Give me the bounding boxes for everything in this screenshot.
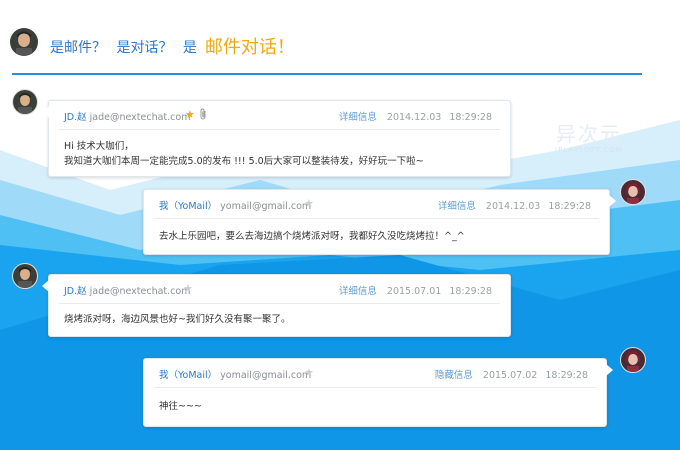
message-meta: 详细信息 2014.12.03 18:29:28 <box>339 109 492 123</box>
sender-email: yomail@gmail.com <box>220 201 312 212</box>
star-icon[interactable]: ★ <box>304 366 314 379</box>
message-time: 18:29:28 <box>449 112 492 123</box>
message-header: JD.赵 jade@nextechat.com ★ 详细信息 2014.12.03 1… <box>59 101 500 130</box>
sender-name: JD.赵 <box>64 112 87 123</box>
sender[interactable]: 我（YoMail） yomail@gmail.com <box>159 198 311 212</box>
sender-email: jade@nextechat.com <box>89 286 191 297</box>
sender-name: JD.赵 <box>64 286 87 297</box>
avatar-yomail[interactable] <box>620 179 646 205</box>
message-time: 18:29:28 <box>548 201 591 212</box>
slogan-answer-prefix: 是 <box>182 40 197 56</box>
sender[interactable]: JD.赵 jade@nextechat.com <box>64 109 190 123</box>
sender[interactable]: JD.赵 jade@nextechat.com <box>64 283 190 297</box>
message-header: JD.赵 jade@nextechat.com ★ 详细信息 2015.07.01 1… <box>59 275 500 304</box>
message-date: 2014.12.03 <box>386 112 442 123</box>
message-time: 18:29:28 <box>545 370 588 381</box>
message-line: 我知道大咖们本周一定能完成5.0的发布 !!! 5.0后大家可以整装待发，好好玩… <box>64 156 424 167</box>
bubble-tail <box>606 364 613 376</box>
message-line: 烧烤派对呀，海边风景也好~我们好久没有聚一聚了。 <box>64 314 291 325</box>
message-header: 我（YoMail） yomail@gmail.com ★ 隐藏信息 2015.07.… <box>154 359 596 388</box>
logo-url: IPLAYSOFT.COM <box>555 146 623 154</box>
message-body: 烧烤派对呀，海边风景也好~我们好久没有聚一聚了。 <box>49 304 510 336</box>
sender-name: 我（YoMail） <box>159 201 218 212</box>
details-link[interactable]: 详细信息 <box>339 286 377 297</box>
sender-name: 我（YoMail） <box>159 370 218 381</box>
slogan-question-2: 是对话？ <box>116 40 173 56</box>
avatar-jd <box>10 28 38 56</box>
hide-details-link[interactable]: 隐藏信息 <box>435 370 473 381</box>
sender-email: yomail@gmail.com <box>220 370 312 381</box>
bubble-tail <box>42 106 49 118</box>
message-meta: 详细信息 2015.07.01 18:29:28 <box>339 283 492 297</box>
page-header: 是邮件？ 是对话？ 是邮件对话！ <box>0 0 680 80</box>
bubble-tail <box>42 280 49 292</box>
iplaysoft-logo: 异次元 IPLAYSOFT.COM <box>555 118 623 154</box>
attachment-icon[interactable] <box>199 108 207 123</box>
message-date: 2014.12.03 <box>485 201 541 212</box>
message-time: 18:29:28 <box>449 286 492 297</box>
message-header: 我（YoMail） yomail@gmail.com ★ 详细信息 2014.12.… <box>154 190 599 219</box>
bubble-tail <box>609 195 616 207</box>
message-line: Hi 技术大咖们， <box>64 141 134 152</box>
message-line: 去水上乐园吧，要么去海边搞个烧烤派对呀，我都好久没吃烧烤拉！^_^ <box>159 231 465 242</box>
details-link[interactable]: 详细信息 <box>339 112 377 123</box>
message-card[interactable]: JD.赵 jade@nextechat.com ★ 详细信息 2015.07.01 1… <box>42 274 511 337</box>
star-icon[interactable]: ★ <box>185 108 195 121</box>
slogan-question-1: 是邮件？ <box>50 40 106 56</box>
message-date: 2015.07.02 <box>482 370 538 381</box>
message-meta: 详细信息 2014.12.03 18:29:28 <box>438 198 591 212</box>
message-card[interactable]: 我（YoMail） yomail@gmail.com ★ 隐藏信息 2015.07.… <box>143 358 613 427</box>
avatar-jd[interactable] <box>12 263 38 289</box>
header-divider <box>12 73 642 75</box>
message-body: 去水上乐园吧，要么去海边搞个烧烤派对呀，我都好久没吃烧烤拉！^_^ <box>144 219 609 253</box>
message-meta: 隐藏信息 2015.07.02 18:29:28 <box>435 367 588 381</box>
message-card[interactable]: JD.赵 jade@nextechat.com ★ 详细信息 2014.12.03 1… <box>42 100 511 178</box>
slogan-highlight: 邮件对话！ <box>204 37 295 58</box>
message-card[interactable]: 我（YoMail） yomail@gmail.com ★ 详细信息 2014.12.… <box>143 189 616 255</box>
details-link[interactable]: 详细信息 <box>438 201 476 212</box>
message-body: 神往~~~ <box>144 388 606 423</box>
star-icon[interactable]: ★ <box>183 282 193 295</box>
message-line: 神往~~~ <box>159 401 202 412</box>
header-slogan: 是邮件？ 是对话？ 是邮件对话！ <box>50 32 301 58</box>
sender[interactable]: 我（YoMail） yomail@gmail.com <box>159 367 311 381</box>
message-date: 2015.07.01 <box>386 286 442 297</box>
star-icon[interactable]: ★ <box>304 197 314 210</box>
message-body: Hi 技术大咖们， 我知道大咖们本周一定能完成5.0的发布 !!! 5.0后大家… <box>49 130 510 178</box>
avatar-yomail[interactable] <box>620 347 646 373</box>
logo-name: 异次元 <box>555 122 622 146</box>
avatar-jd[interactable] <box>12 89 38 115</box>
sender-email: jade@nextechat.com <box>89 112 191 123</box>
